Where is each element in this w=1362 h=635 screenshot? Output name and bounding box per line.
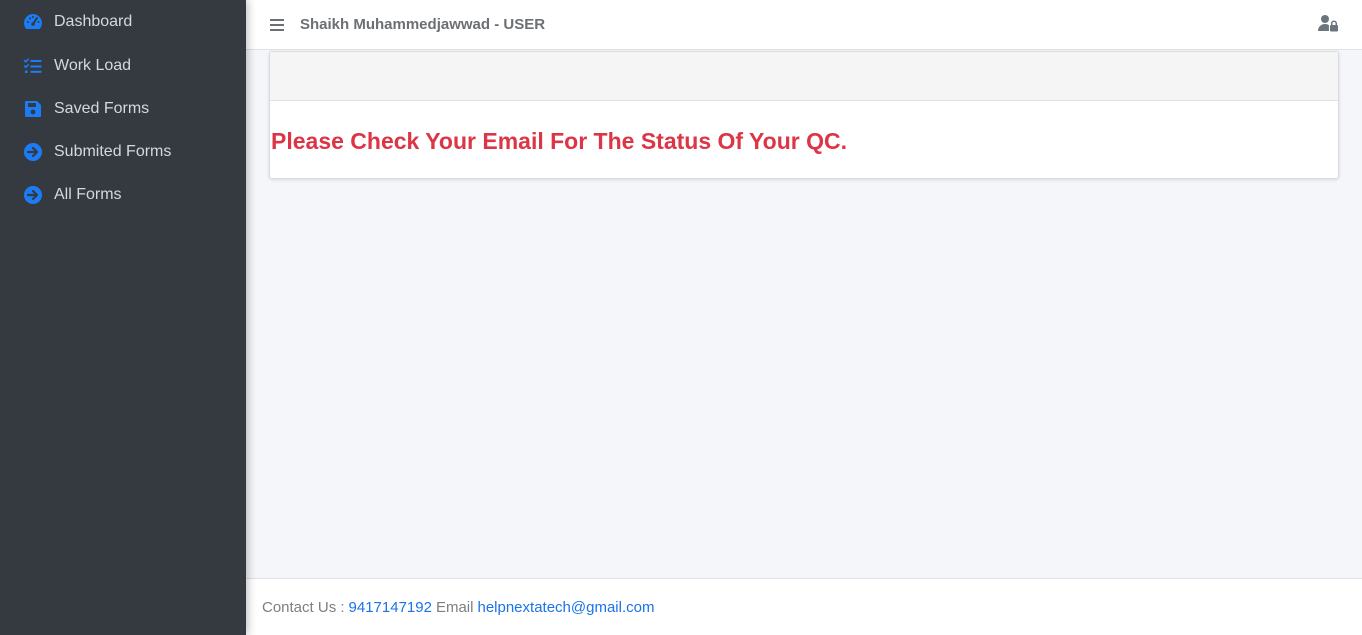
phone-link[interactable]: 9417147192	[349, 599, 432, 616]
save-icon	[23, 99, 43, 119]
top-navbar: Shaikh Muhammedjawwad - USER	[246, 0, 1362, 50]
page-title: Shaikh Muhammedjawwad - USER	[300, 16, 546, 33]
status-card: Please Check Your Email For The Status O…	[269, 51, 1339, 179]
sidebar-item-all-forms[interactable]: All Forms	[0, 173, 246, 216]
sidebar-item-label: Submited Forms	[54, 142, 172, 160]
qc-status-message: Please Check Your Email For The Status O…	[271, 128, 848, 154]
card-header	[270, 52, 1338, 101]
sidebar-item-work-load[interactable]: Work Load	[0, 44, 246, 87]
sidebar-item-submited-forms[interactable]: Submited Forms	[0, 130, 246, 173]
hamburger-menu-icon[interactable]	[270, 18, 286, 32]
email-link[interactable]: helpnextatech@gmail.com	[477, 599, 654, 616]
sidebar: Dashboard Work Load Saved Forms Submited…	[0, 0, 246, 635]
arrow-circle-right-icon	[23, 185, 43, 205]
tachometer-icon	[23, 12, 43, 32]
list-check-icon	[23, 56, 43, 76]
sidebar-item-label: Dashboard	[54, 13, 133, 30]
sidebar-item-dashboard[interactable]: Dashboard	[0, 0, 246, 44]
arrow-circle-right-icon	[23, 142, 43, 162]
sidebar-item-label: Saved Forms	[54, 99, 150, 117]
sidebar-item-label: All Forms	[54, 185, 122, 203]
user-lock-icon[interactable]	[1318, 14, 1340, 34]
email-label: Email	[435, 598, 474, 616]
contact-label: Contact Us :	[262, 598, 345, 616]
sidebar-item-label: Work Load	[54, 56, 132, 74]
sidebar-item-saved-forms[interactable]: Saved Forms	[0, 87, 246, 130]
footer: Contact Us : 9417147192 Email helpnextat…	[246, 578, 1362, 635]
